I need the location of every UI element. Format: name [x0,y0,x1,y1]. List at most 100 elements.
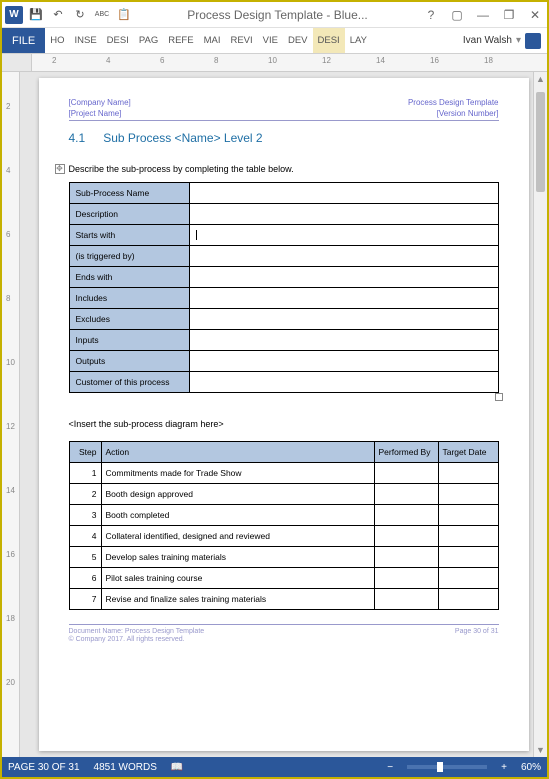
sub-process-table[interactable]: Sub-Process NameDescriptionStarts with(i… [69,182,499,394]
ruler-tick: 12 [322,56,331,65]
status-page[interactable]: PAGE 30 OF 31 [8,762,80,773]
document-page[interactable]: [Company Name] [Project Name] Process De… [39,78,529,751]
step-header: Step [69,442,101,463]
redo-button[interactable]: ↻ [70,5,90,25]
proc-row-value[interactable] [189,267,498,288]
horizontal-ruler[interactable]: 24681012141618 [2,54,547,72]
ruler-tick: 18 [6,614,15,623]
word-app-icon[interactable]: W [4,5,24,25]
ribbon-display-button[interactable]: ▢ [447,5,467,25]
tab-mailings[interactable]: MAI [199,28,226,53]
table-row[interactable]: 1Commitments made for Trade Show [69,463,498,484]
step-performed-by[interactable] [374,505,438,526]
table-row[interactable]: 6Pilot sales training course [69,568,498,589]
proc-row-value[interactable] [189,330,498,351]
titlebar: W 💾 ↶ ↻ ABC 📋 Process Design Template - … [2,2,547,28]
help-button[interactable]: ? [421,5,441,25]
vertical-ruler[interactable]: 2468101214161820 [2,72,20,757]
step-target-date[interactable] [438,463,498,484]
table-row[interactable]: 2Booth design approved [69,484,498,505]
step-target-date[interactable] [438,568,498,589]
tab-table-design[interactable]: DESI [313,28,345,53]
proc-row-value[interactable] [189,224,498,246]
zoom-in-button[interactable]: + [501,762,507,773]
step-target-date[interactable] [438,505,498,526]
table-row[interactable]: 5Develop sales training materials [69,547,498,568]
tab-references[interactable]: REFE [163,28,198,53]
table-row[interactable]: Customer of this process [69,372,498,393]
company-placeholder: [Company Name] [69,98,131,107]
tab-design[interactable]: DESI [102,28,134,53]
save-button[interactable]: 💾 [26,5,46,25]
zoom-out-button[interactable]: − [387,762,393,773]
step-performed-by[interactable] [374,484,438,505]
tab-table-layout[interactable]: LAY [345,28,372,53]
proc-row-value[interactable] [189,203,498,224]
step-performed-by[interactable] [374,547,438,568]
tab-developer[interactable]: DEV [283,28,313,53]
table-row[interactable]: Ends with [69,267,498,288]
table-row[interactable]: Excludes [69,309,498,330]
spellcheck-button[interactable]: ABC [92,5,112,25]
step-action: Revise and finalize sales training mater… [101,589,374,610]
scroll-thumb[interactable] [536,92,545,192]
table-row[interactable]: Starts with [69,224,498,246]
file-tab[interactable]: FILE [2,28,45,53]
insert-diagram-placeholder: <Insert the sub-process diagram here> [69,419,499,429]
zoom-level[interactable]: 60% [521,762,541,773]
ruler-tick: 18 [484,56,493,65]
step-target-date[interactable] [438,526,498,547]
ruler-tick: 8 [6,294,10,303]
proc-row-value[interactable] [189,246,498,267]
undo-button[interactable]: ↶ [48,5,68,25]
footer-docname: Document Name: Process Design Template [69,628,205,635]
table-row[interactable]: Description [69,203,498,224]
table-row[interactable]: 7Revise and finalize sales training mate… [69,589,498,610]
minimize-button[interactable]: — [473,5,493,25]
step-target-date[interactable] [438,547,498,568]
step-target-date[interactable] [438,589,498,610]
step-performed-by[interactable] [374,568,438,589]
scroll-up-arrow-icon[interactable]: ▲ [534,72,547,86]
table-row[interactable]: Inputs [69,330,498,351]
proc-row-value[interactable] [189,182,498,203]
description-text: Describe the sub-process by completing t… [69,164,499,174]
proc-row-value[interactable] [189,309,498,330]
user-avatar-icon [525,33,541,49]
tab-review[interactable]: REVI [225,28,257,53]
proc-row-value[interactable] [189,372,498,393]
table-row[interactable]: (is triggered by) [69,246,498,267]
paste-button[interactable]: 📋 [114,5,134,25]
ruler-tick: 6 [6,230,10,239]
table-row[interactable]: Sub-Process Name [69,182,498,203]
footer-page: Page 30 of 31 [455,628,499,643]
proc-row-label: Customer of this process [69,372,189,393]
table-row[interactable]: Outputs [69,351,498,372]
status-word-count[interactable]: 4851 WORDS [94,762,157,773]
close-button[interactable]: ✕ [525,5,545,25]
step-performed-by[interactable] [374,589,438,610]
tab-insert[interactable]: INSE [69,28,101,53]
scroll-down-arrow-icon[interactable]: ▼ [534,743,547,757]
document-footer: Document Name: Process Design Template ©… [69,624,499,643]
step-performed-by[interactable] [374,463,438,484]
table-row[interactable]: 4Collateral identified, designed and rev… [69,526,498,547]
step-performed-by[interactable] [374,526,438,547]
proc-row-value[interactable] [189,288,498,309]
tab-home[interactable]: HO [45,28,69,53]
steps-table[interactable]: Step Action Performed By Target Date 1Co… [69,441,499,610]
restore-button[interactable]: ❐ [499,5,519,25]
step-target-date[interactable] [438,484,498,505]
vertical-scrollbar[interactable]: ▲ ▼ [533,72,547,757]
proofing-icon[interactable]: 📖 [171,762,183,773]
table-row[interactable]: Includes [69,288,498,309]
step-action: Collateral identified, designed and revi… [101,526,374,547]
table-resize-handle-icon[interactable] [495,393,503,401]
proc-row-value[interactable] [189,351,498,372]
table-move-handle-icon[interactable]: ✥ [55,164,65,174]
table-row[interactable]: 3Booth completed [69,505,498,526]
zoom-slider[interactable] [407,765,487,769]
user-area[interactable]: Ivan Walsh ▾ [463,33,547,49]
tab-page-layout[interactable]: PAG [134,28,163,53]
tab-view[interactable]: VIE [258,28,283,53]
